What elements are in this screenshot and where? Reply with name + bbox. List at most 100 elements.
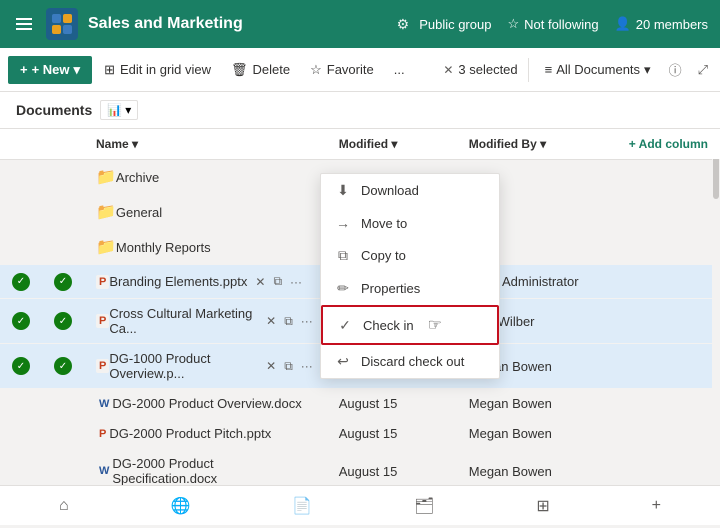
- table-row[interactable]: W DG-2000 Product Specification.docx Aug…: [0, 449, 720, 486]
- col-checkbox: [0, 129, 42, 160]
- view-toggle-button[interactable]: 📊 ▾: [100, 100, 138, 120]
- col-modified[interactable]: Modified ▾: [327, 129, 457, 160]
- toolbar-right: ✕ 3 selected ≡ All Documents ▾ ⓘ ⤢: [443, 56, 712, 83]
- row-check-circle: [0, 230, 42, 265]
- divider: [528, 58, 529, 82]
- context-dropdown-menu: ⬇Download→Move to ⧉ Copy to ✏Properties✓Che…: [320, 173, 500, 379]
- vertical-scrollbar[interactable]: [712, 129, 720, 485]
- check-in-menu-item[interactable]: ✓Check in☞: [321, 305, 499, 345]
- row-add-col: [617, 419, 720, 449]
- dropdown-menu-item[interactable]: →Move to: [321, 207, 499, 239]
- dropdown-menu-item[interactable]: ⬇Download: [321, 174, 499, 207]
- row-add-col: [617, 344, 720, 389]
- row-status-cell: [42, 160, 84, 195]
- dropdown-item-label: Copy to: [361, 248, 406, 263]
- delete-button[interactable]: 🗑 Delete: [223, 57, 298, 83]
- lines-icon: ≡: [545, 62, 553, 77]
- row-share-btn[interactable]: ⧉: [282, 312, 295, 331]
- row-more-btn[interactable]: ···: [299, 357, 315, 375]
- row-name-cell: P DG-2000 Product Pitch.pptx: [84, 419, 327, 449]
- header-right-section: Public group ☆ Not following 👤 20 member…: [419, 16, 708, 32]
- chart-icon: 📊: [107, 103, 122, 117]
- row-name: Monthly Reports: [116, 240, 211, 255]
- row-delete-btn[interactable]: ✕: [253, 273, 267, 291]
- apps-nav-button[interactable]: ⊞: [528, 492, 557, 520]
- pptx-icon: P: [96, 427, 109, 441]
- members-label: 20 members: [636, 17, 708, 32]
- checkin-icon: ✓: [337, 317, 353, 334]
- row-delete-btn[interactable]: ✕: [264, 357, 278, 375]
- dropdown-menu-item[interactable]: ⧉ Copy to: [321, 239, 499, 272]
- row-more-btn[interactable]: ···: [288, 273, 304, 291]
- more-button[interactable]: ...: [386, 57, 413, 82]
- docx-icon: W: [96, 464, 112, 478]
- row-status-cell: [42, 389, 84, 419]
- chevron-down-icon: ▾: [74, 62, 81, 78]
- row-check-circle: ✓: [0, 265, 42, 299]
- table-row[interactable]: P DG-2000 Product Pitch.pptx August 15 M…: [0, 419, 720, 449]
- dropdown-item-label: Discard check out: [361, 354, 464, 369]
- row-status-cell: [42, 195, 84, 230]
- row-modified-by: Megan Bowen: [457, 449, 617, 486]
- row-name: Branding Elements.pptx: [109, 274, 247, 289]
- edit-grid-button[interactable]: ⊞ Edit in grid view: [96, 57, 219, 83]
- row-name-cell: P Branding Elements.pptx ✕ ⧉ ···: [84, 265, 327, 299]
- row-status-cell: [42, 419, 84, 449]
- not-following-button[interactable]: ☆ Not following: [507, 16, 598, 32]
- row-more-btn[interactable]: ···: [299, 312, 315, 330]
- row-status-cell: ✓: [42, 265, 84, 299]
- info-button[interactable]: ⓘ: [665, 56, 686, 83]
- settings-icon[interactable]: ⚙: [397, 16, 410, 33]
- clear-selection-button[interactable]: ✕: [443, 63, 453, 77]
- star-icon: ☆: [310, 62, 322, 78]
- home-nav-button[interactable]: ⌂: [51, 493, 77, 519]
- public-group-badge: Public group: [419, 17, 491, 32]
- apps-icon: ⊞: [536, 496, 549, 516]
- hamburger-menu[interactable]: [12, 14, 36, 34]
- files-nav-button[interactable]: 🗂: [406, 492, 442, 520]
- docx-icon: W: [96, 397, 112, 411]
- dropdown-item-label: Download: [361, 183, 419, 198]
- toolbar: + + New ▾ ⊞ Edit in grid view 🗑 Delete ☆…: [0, 48, 720, 92]
- col-status: [42, 129, 84, 160]
- not-following-label: Not following: [524, 17, 598, 32]
- app-header: Sales and Marketing ⚙ Public group ☆ Not…: [0, 0, 720, 48]
- row-name: DG-1000 Product Overview.p...: [109, 351, 258, 381]
- row-check-circle: [0, 160, 42, 195]
- all-documents-button[interactable]: ≡ All Documents ▾: [539, 58, 657, 82]
- chevron-down-icon: ▾: [644, 62, 651, 78]
- page-nav-button[interactable]: 📄: [284, 492, 320, 520]
- row-check-circle: ✓: [0, 344, 42, 389]
- dropdown-menu-item[interactable]: ✏Properties: [321, 272, 499, 305]
- dropdown-menu-item[interactable]: ↩Discard check out: [321, 345, 499, 378]
- row-name-cell: 📁 General: [84, 195, 327, 230]
- files-icon: 🗂: [414, 496, 434, 516]
- col-name[interactable]: Name ▾: [84, 129, 327, 160]
- add-nav-button[interactable]: +: [644, 493, 669, 519]
- row-name-cell: W DG-2000 Product Overview.docx: [84, 389, 327, 419]
- documents-title: Documents: [16, 102, 92, 118]
- row-name-cell: P Cross Cultural Marketing Ca... ✕ ⧉ ···: [84, 299, 327, 344]
- public-group-label: Public group: [419, 17, 491, 32]
- row-status-cell: ✓: [42, 299, 84, 344]
- copy-icon: ⧉: [335, 247, 351, 264]
- favorite-button[interactable]: ☆ Favorite: [302, 57, 382, 83]
- row-name-cell: W DG-2000 Product Specification.docx: [84, 449, 327, 486]
- new-button[interactable]: + + New ▾: [8, 56, 92, 84]
- col-add[interactable]: + Add column: [617, 129, 720, 160]
- col-modified-by[interactable]: Modified By ▾: [457, 129, 617, 160]
- members-button[interactable]: 👤 20 members: [615, 16, 708, 32]
- table-row[interactable]: W DG-2000 Product Overview.docx August 1…: [0, 389, 720, 419]
- grid-edit-icon: ⊞: [104, 62, 115, 78]
- table-header-row: Name ▾ Modified ▾ Modified By ▾ + Add co…: [0, 129, 720, 160]
- row-add-col: [617, 195, 720, 230]
- globe-nav-button[interactable]: 🌐: [163, 492, 199, 520]
- row-delete-btn[interactable]: ✕: [264, 312, 278, 330]
- row-share-btn[interactable]: ⧉: [271, 272, 284, 291]
- row-check-circle: [0, 449, 42, 486]
- row-name: DG-2000 Product Pitch.pptx: [109, 426, 271, 441]
- row-share-btn[interactable]: ⧉: [282, 357, 295, 376]
- folder-icon: 📁: [96, 237, 116, 257]
- selected-count: 3 selected: [458, 62, 517, 77]
- expand-button[interactable]: ⤢: [694, 58, 712, 82]
